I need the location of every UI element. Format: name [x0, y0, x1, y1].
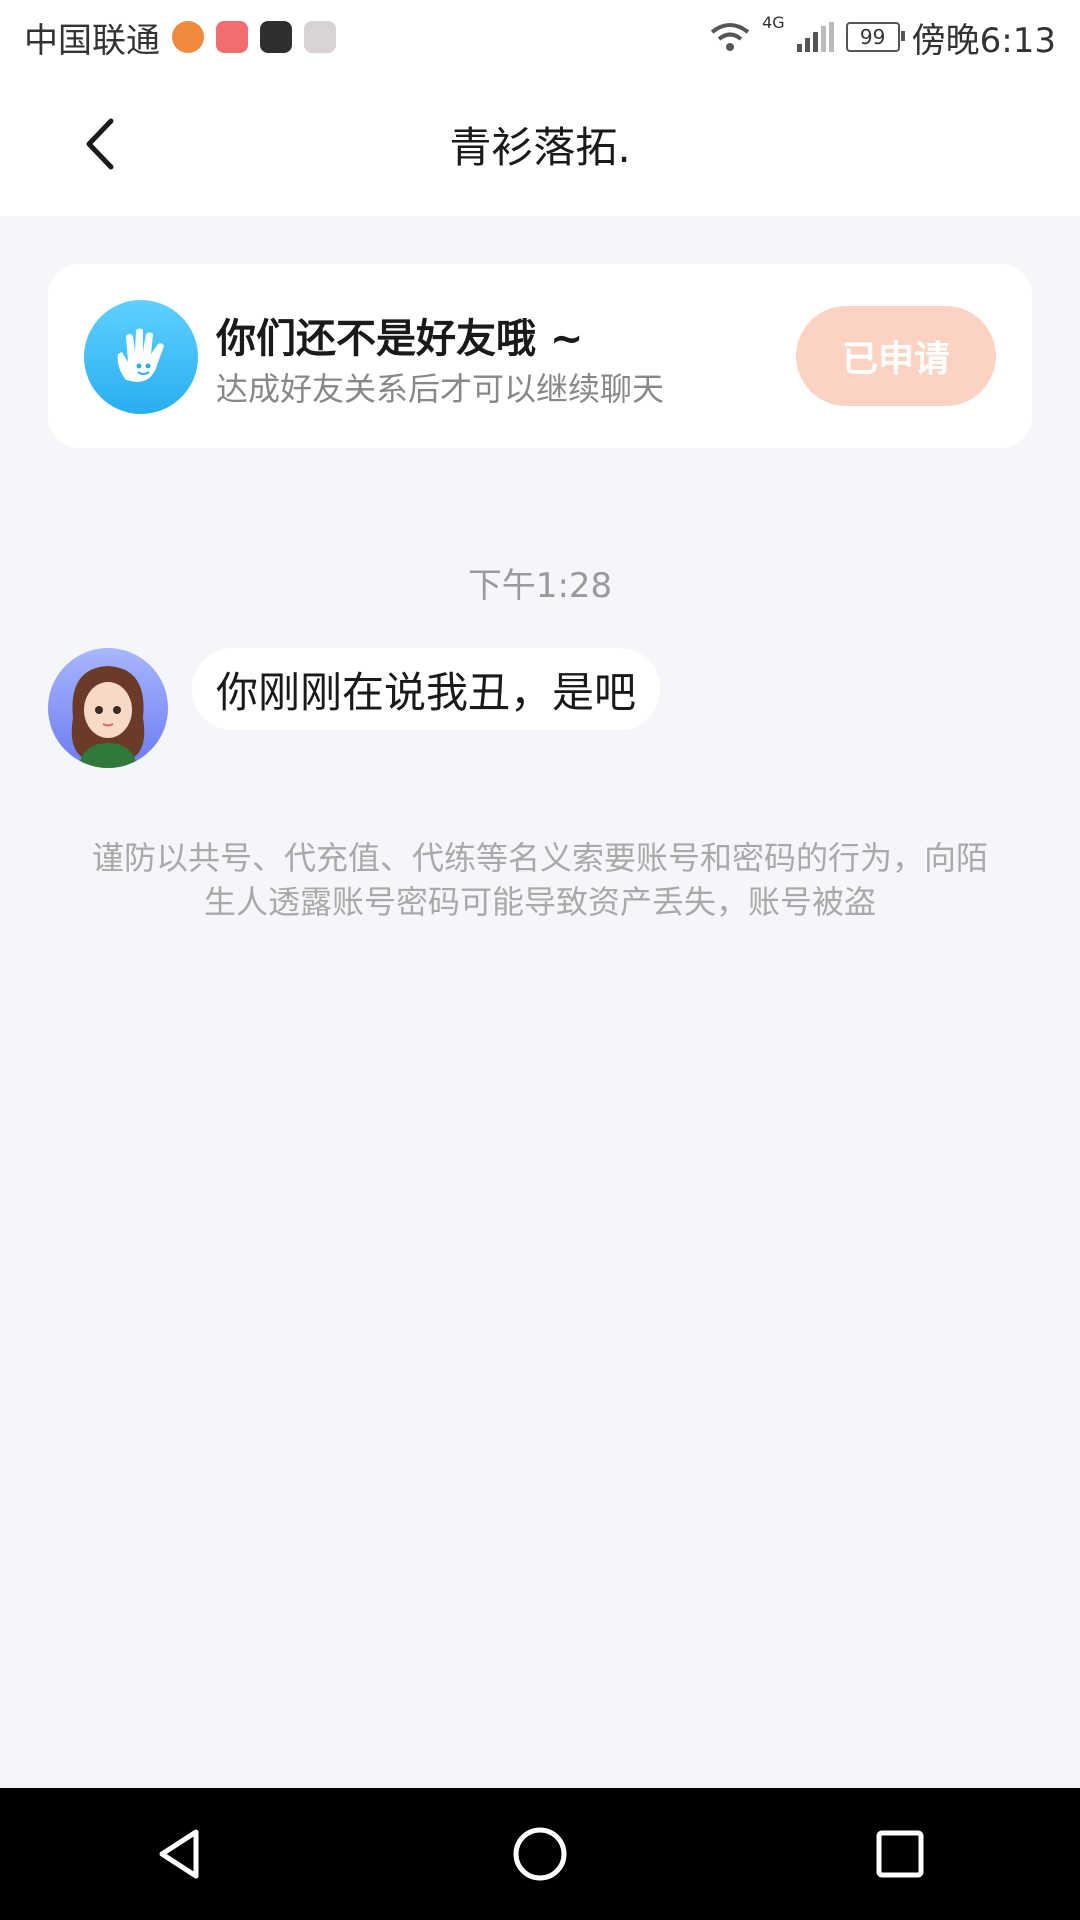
status-left: 中国联通	[24, 13, 336, 62]
battery-level: 99	[859, 25, 886, 49]
avatar[interactable]	[48, 648, 168, 768]
navigation-bar	[0, 1788, 1080, 1920]
friend-card-subtitle: 达成好友关系后才可以继续聊天	[216, 370, 665, 408]
app-icon	[260, 21, 292, 53]
triangle-back-icon	[159, 1829, 199, 1879]
circle-home-icon	[513, 1827, 567, 1881]
status-bar: 中国联通 4G 99 傍晚6:13	[0, 0, 1080, 74]
nav-back-button[interactable]	[140, 1814, 220, 1894]
wifi-icon	[710, 23, 750, 51]
applied-button[interactable]: 已申请	[796, 306, 996, 406]
header: 青衫落拓.	[0, 74, 1080, 216]
status-right: 4G 99 傍晚6:13	[710, 13, 1056, 62]
network-label: 4G	[762, 12, 785, 32]
status-time: 傍晚6:13	[911, 20, 1056, 61]
app-icon	[304, 21, 336, 53]
app-icon	[216, 21, 248, 53]
hand-icon	[84, 300, 198, 414]
carrier-label: 中国联通	[24, 20, 160, 61]
square-recents-icon	[876, 1830, 924, 1878]
battery-icon: 99	[845, 22, 905, 52]
message-timestamp: 下午1:28	[467, 566, 613, 606]
nav-home-button[interactable]	[500, 1814, 580, 1894]
security-warning: 谨防以共号、代充值、代练等名义索要账号和密码的行为，向陌生人透露账号密码可能导致…	[91, 839, 988, 921]
page-title: 青衫落拓.	[449, 123, 631, 172]
friend-request-card: 你们还不是好友哦 ~ 达成好友关系后才可以继续聊天 已申请	[48, 264, 1032, 448]
nav-recents-button[interactable]	[860, 1814, 940, 1894]
message-bubble[interactable]: 你刚刚在说我丑，是吧	[192, 648, 661, 730]
signal-icon	[796, 22, 834, 52]
friend-card-title: 你们还不是好友哦 ~	[216, 316, 584, 362]
app-icon	[172, 21, 204, 53]
